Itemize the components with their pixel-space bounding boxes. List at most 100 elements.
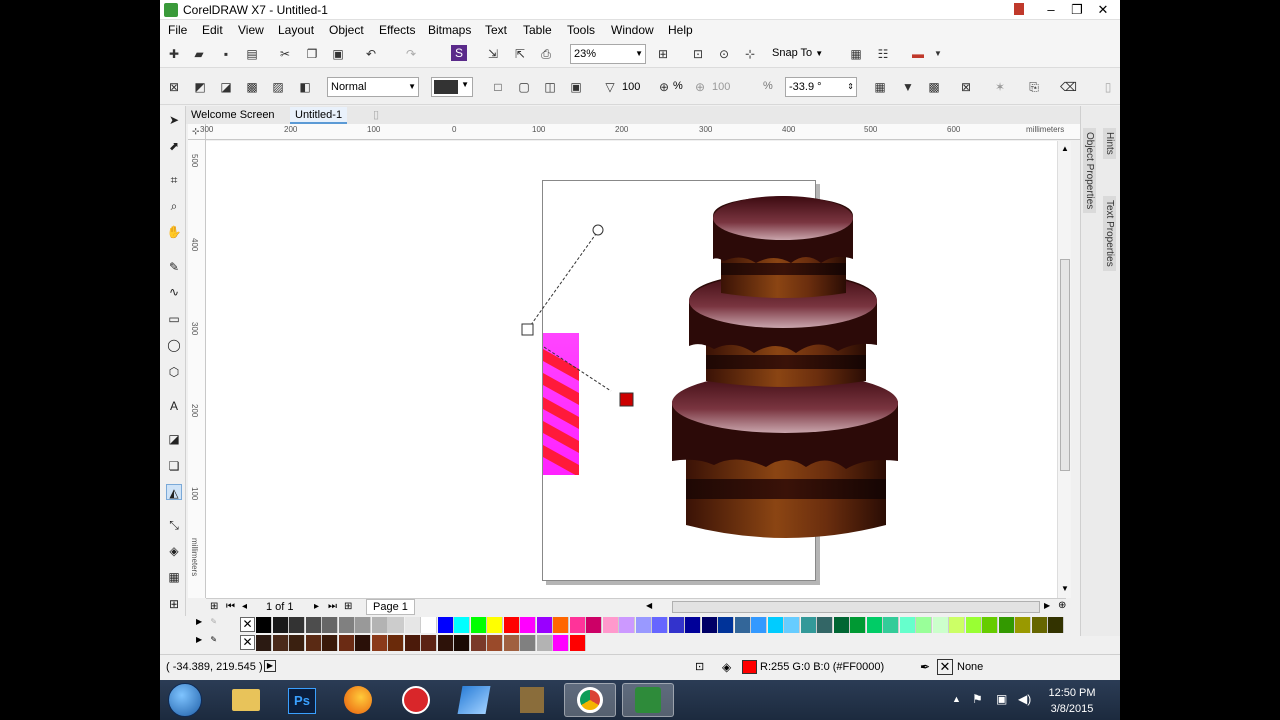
- color-swatch[interactable]: [586, 617, 602, 633]
- color-swatch[interactable]: [371, 617, 388, 633]
- shape-tool-icon[interactable]: ⬈: [166, 138, 182, 154]
- color-swatch[interactable]: [751, 617, 767, 633]
- vertical-scroll-thumb[interactable]: [1060, 259, 1070, 471]
- drop-shadow-icon[interactable]: ❏: [166, 458, 182, 474]
- transparency-picker[interactable]: ▼: [431, 77, 473, 97]
- docker-toggle-icon[interactable]: ▯: [1100, 79, 1116, 95]
- color-swatch[interactable]: [932, 617, 949, 633]
- color-swatch[interactable]: [289, 635, 305, 651]
- horizontal-ruler[interactable]: 300 200 100 0 100 200 300 400 500 600 mi…: [200, 124, 1080, 140]
- power-app-icon[interactable]: [390, 683, 442, 717]
- cake-top-tier[interactable]: [713, 196, 853, 298]
- play-icon[interactable]: ▶: [264, 660, 276, 672]
- search-content-icon[interactable]: S: [451, 45, 467, 61]
- color-swatch[interactable]: [388, 617, 404, 633]
- open-folder-icon[interactable]: ▰: [191, 46, 207, 62]
- color-swatch[interactable]: [817, 617, 833, 633]
- color-swatch[interactable]: [701, 617, 718, 633]
- fill-only-icon[interactable]: ▢: [516, 79, 532, 95]
- color-swatch[interactable]: [454, 635, 470, 651]
- color-swatch[interactable]: [371, 635, 388, 651]
- photoshop-icon[interactable]: Ps: [276, 683, 328, 717]
- color-swatch[interactable]: [289, 617, 305, 633]
- snap-to-button[interactable]: Snap To ▼: [772, 47, 823, 59]
- clock-time[interactable]: 12:50 PM: [1040, 687, 1104, 699]
- paste-icon[interactable]: ▣: [330, 46, 346, 62]
- add-page-icon[interactable]: ⊞: [210, 601, 218, 612]
- color-swatch[interactable]: [470, 617, 487, 633]
- color-swatch[interactable]: [536, 635, 553, 651]
- scroll-up-icon[interactable]: ▲: [1061, 144, 1069, 153]
- color-swatch[interactable]: [734, 617, 751, 633]
- transparency-input[interactable]: 100: [618, 77, 658, 97]
- full-screen-icon[interactable]: ⊞: [655, 46, 671, 62]
- file-explorer-icon[interactable]: [220, 683, 272, 717]
- chevron-down-icon[interactable]: ▼: [930, 46, 946, 62]
- copy-icon[interactable]: ❐: [304, 46, 320, 62]
- color-swatch[interactable]: [883, 617, 899, 633]
- new-document-icon[interactable]: ✚: [166, 46, 182, 62]
- color-swatch[interactable]: [470, 635, 487, 651]
- color-swatch[interactable]: [949, 617, 965, 633]
- grid-icon[interactable]: ⊙: [716, 46, 732, 62]
- tab-welcome-screen[interactable]: Welcome Screen: [186, 107, 280, 124]
- color-swatch[interactable]: [520, 635, 536, 651]
- color-swatch[interactable]: [256, 617, 272, 633]
- export-icon[interactable]: ⇱: [512, 46, 528, 62]
- color-swatch[interactable]: [322, 617, 338, 633]
- previous-page-icon[interactable]: ◂: [242, 601, 247, 612]
- publish-pdf-icon[interactable]: ⎙: [538, 46, 554, 62]
- color-swatch[interactable]: [652, 617, 668, 633]
- options-icon[interactable]: ▦: [848, 46, 864, 62]
- crop-tool-icon[interactable]: ⌗: [166, 172, 182, 188]
- chrome-icon[interactable]: [564, 683, 616, 717]
- node-transparency-icon[interactable]: ⊕: [656, 79, 672, 95]
- color-swatch[interactable]: [982, 617, 998, 633]
- drawing-canvas[interactable]: [206, 141, 1066, 598]
- color-swatch[interactable]: [454, 617, 470, 633]
- color-swatch[interactable]: [850, 617, 866, 633]
- texture-transparency-icon[interactable]: ▨: [270, 79, 286, 95]
- vertical-scrollbar[interactable]: ▲ ▼: [1057, 141, 1071, 598]
- menu-layout[interactable]: Layout: [278, 23, 314, 37]
- color-swatch[interactable]: [635, 617, 652, 633]
- outline-pen-icon[interactable]: ✒: [920, 660, 930, 674]
- no-transparency-icon[interactable]: ⊠: [166, 79, 182, 95]
- installer-icon[interactable]: [506, 683, 558, 717]
- edit-transparency-icon[interactable]: ▩: [926, 79, 942, 95]
- outline-only-icon[interactable]: ◫: [542, 79, 558, 95]
- color-swatch[interactable]: [404, 635, 421, 651]
- print-icon[interactable]: ▤: [244, 46, 260, 62]
- color-swatch[interactable]: [569, 617, 586, 633]
- color-swatch[interactable]: [520, 617, 536, 633]
- save-icon[interactable]: ▪: [218, 46, 234, 62]
- color-swatch[interactable]: [322, 635, 338, 651]
- new-tab-icon[interactable]: ▯: [368, 107, 384, 124]
- color-swatch[interactable]: [1048, 617, 1064, 633]
- freeze-transparency-icon[interactable]: ▣: [568, 79, 584, 95]
- color-swatch[interactable]: [767, 617, 784, 633]
- no-color-swatch[interactable]: ✕: [240, 617, 255, 632]
- color-swatch[interactable]: [866, 617, 883, 633]
- corel-tool-icon[interactable]: [448, 683, 500, 717]
- angle-input[interactable]: -33.9 ° ⇕: [785, 77, 857, 97]
- menu-effects[interactable]: Effects: [379, 23, 415, 37]
- clear-transparency-icon[interactable]: ⌫: [1060, 79, 1077, 95]
- user-icon[interactable]: [1008, 1, 1030, 18]
- firefox-icon[interactable]: [332, 683, 384, 717]
- cut-icon[interactable]: ✂: [277, 46, 293, 62]
- color-swatch[interactable]: [602, 617, 619, 633]
- zoom-navigator-icon[interactable]: ⊕: [1058, 600, 1066, 611]
- color-swatch[interactable]: [338, 635, 355, 651]
- fountain-transparency-icon[interactable]: ◪: [218, 79, 234, 95]
- horizontal-scroll-thumb[interactable]: [672, 601, 1040, 613]
- copy-transparency-icon[interactable]: ▼: [900, 79, 916, 95]
- color-swatch[interactable]: [685, 617, 701, 633]
- color-swatch[interactable]: [784, 617, 800, 633]
- minimize-button[interactable]: –: [1040, 1, 1062, 18]
- color-swatch[interactable]: [487, 617, 503, 633]
- color-swatch[interactable]: [668, 617, 685, 633]
- color-swatch[interactable]: [272, 617, 289, 633]
- palette-arrow-icon[interactable]: ▶: [196, 617, 202, 626]
- scroll-right-icon[interactable]: ▶: [1044, 601, 1050, 610]
